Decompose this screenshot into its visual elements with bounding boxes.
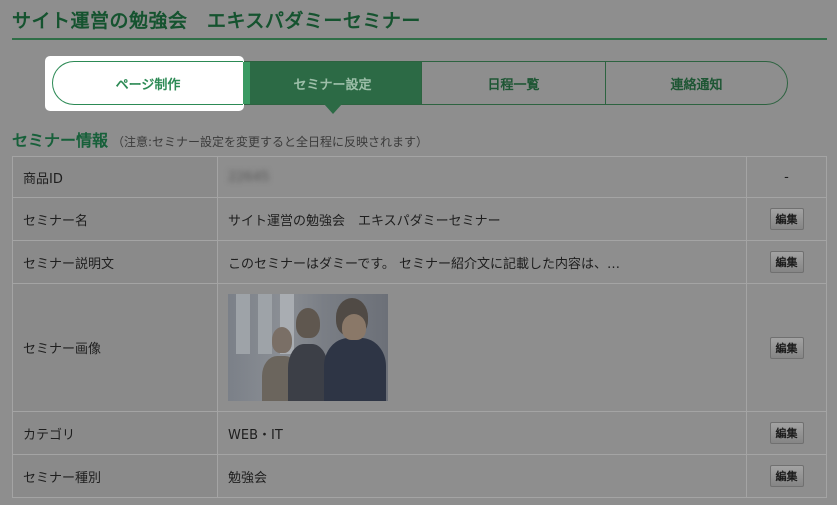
product-id-value: 22645 xyxy=(228,169,270,185)
edit-button[interactable]: 編集 xyxy=(769,251,804,273)
row-value: サイト運営の勉強会 エキスパダミーセミナー xyxy=(217,197,747,241)
row-action: 編集 xyxy=(746,283,827,412)
row-action: 編集 xyxy=(746,411,827,455)
seminar-info-table: 商品ID 22645 - セミナー名 サイト運営の勉強会 エキスパダミーセミナー… xyxy=(12,156,827,498)
table-row: セミナー説明文 このセミナーはダミーです。 セミナー紹介文に記載した内容は、… … xyxy=(12,240,827,284)
row-label: カテゴリ xyxy=(12,411,218,455)
edit-button[interactable]: 編集 xyxy=(769,336,804,359)
tab-notifications[interactable]: 連絡通知 xyxy=(605,62,787,104)
table-row: セミナー画像 編集 xyxy=(12,283,827,412)
row-label: 商品ID xyxy=(12,156,218,198)
row-action: 編集 xyxy=(746,454,827,498)
table-row: カテゴリ WEB・IT 編集 xyxy=(12,411,827,455)
edit-button[interactable]: 編集 xyxy=(769,422,804,444)
row-action: 編集 xyxy=(746,197,827,241)
title-divider xyxy=(12,38,827,40)
row-value: WEB・IT xyxy=(217,411,747,455)
row-value: 22645 xyxy=(217,156,747,198)
tab-schedule-list[interactable]: 日程一覧 xyxy=(421,62,605,104)
edit-button[interactable]: 編集 xyxy=(769,208,804,230)
section-header: セミナー情報 （注意:セミナー設定を変更すると全日程に反映されます） xyxy=(12,127,428,151)
tab-seminar-settings[interactable]: セミナー設定 xyxy=(243,62,421,114)
table-row: 商品ID 22645 - xyxy=(12,156,827,198)
row-label: セミナー種別 xyxy=(12,454,218,498)
row-action: 編集 xyxy=(746,240,827,284)
tab-page-creation-highlighted[interactable]: ページ制作 xyxy=(52,61,250,105)
section-note: （注意:セミナー設定を変更すると全日程に反映されます） xyxy=(112,135,429,149)
page-title: サイト運営の勉強会 エキスパダミーセミナー xyxy=(12,10,421,32)
row-action-none: - xyxy=(746,156,827,198)
table-row: セミナー種別 勉強会 編集 xyxy=(12,454,827,498)
edit-button[interactable]: 編集 xyxy=(769,465,804,487)
row-value: 勉強会 xyxy=(217,454,747,498)
row-value: このセミナーはダミーです。 セミナー紹介文に記載した内容は、… xyxy=(217,240,747,284)
section-title: セミナー情報 xyxy=(12,131,109,150)
row-value xyxy=(217,283,747,412)
table-row: セミナー名 サイト運営の勉強会 エキスパダミーセミナー 編集 xyxy=(12,197,827,241)
row-label: セミナー画像 xyxy=(12,283,218,412)
row-label: セミナー名 xyxy=(12,197,218,241)
seminar-photo xyxy=(228,294,388,401)
row-label: セミナー説明文 xyxy=(12,240,218,284)
